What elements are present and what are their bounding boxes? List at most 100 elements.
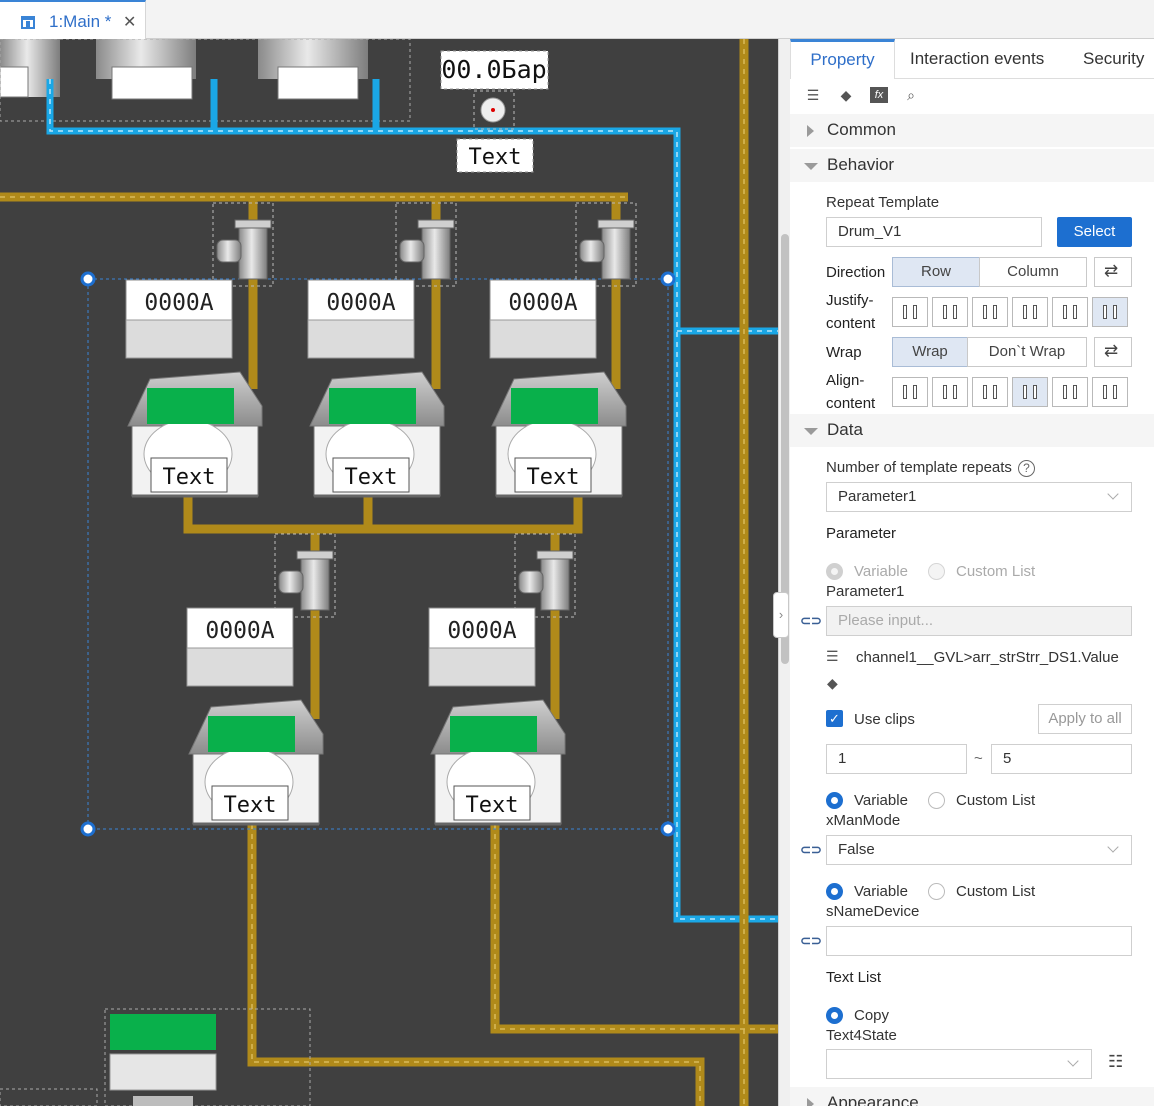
section-behavior[interactable]: Behavior [790,149,1154,182]
chevron-down-icon [1107,488,1119,500]
align-option-4[interactable] [1012,377,1048,407]
text-list-heading: Text List [826,969,882,986]
swap-icon: ⇄ [1104,261,1119,280]
align-option-2[interactable] [932,377,968,407]
section-common[interactable]: Common [790,114,1154,147]
hmi-scene[interactable]: 00.0Бар Text 0000A Text 0000A Text 0000A Text… [0,39,778,1106]
design-canvas[interactable]: 00.0Бар Text 0000A Text 0000A Text 0000A Text… [0,39,778,1106]
tab-security[interactable]: Security [1083,39,1144,79]
drum-caption: Text [527,465,580,490]
use-clips-checkbox[interactable]: ✓ [826,710,843,727]
reverse-wrap-button[interactable]: ⇄ [1094,337,1132,367]
tab-property[interactable]: Property [790,39,895,79]
fx-icon[interactable]: fx [870,87,888,103]
drum-value: 0000A [508,290,577,316]
justify-option-3[interactable] [972,297,1008,327]
name-custom-radio[interactable] [928,883,945,900]
align-option-1[interactable] [892,377,928,407]
text4state-select[interactable] [826,1049,1092,1079]
justify-label-2: content [826,315,876,332]
text4state-label: Text4State [826,1027,897,1044]
valve-icon[interactable] [274,533,336,618]
select-button[interactable]: Select [1057,217,1132,247]
section-label: Common [827,120,896,139]
param-input[interactable]: Please input... [826,606,1132,636]
screen-icon [21,16,35,29]
status-indicator [511,388,598,424]
section-appearance[interactable]: Appearance [790,1087,1154,1106]
repeat-template-label: Repeat Template [826,194,940,211]
mode-variable-label: Variable [854,792,908,809]
search-icon[interactable]: ⌕ [902,87,920,103]
param-variable-radio [826,563,843,580]
pressure-indicator[interactable]: 00.0Бар Text [440,50,549,173]
browse-list-icon[interactable]: ☷ [1108,1052,1123,1072]
drum-value: 0000A [326,290,395,316]
valve-icon[interactable] [395,202,457,287]
panel-splitter[interactable]: › [773,39,790,1106]
direction-column-button[interactable]: Column [979,257,1087,287]
name-variable-radio[interactable] [826,883,843,900]
param-custom-radio [928,563,945,580]
status-indicator [450,716,537,752]
direction-row-button[interactable]: Row [892,257,980,287]
repeats-label-text: Number of template repeats [826,459,1012,476]
repeats-select[interactable]: Parameter1 [826,482,1132,512]
name-custom-label: Custom List [956,883,1036,900]
align-option-5[interactable] [1052,377,1088,407]
section-data[interactable]: Data [790,414,1154,447]
link-icon[interactable]: ⊂⊃ [800,613,822,628]
top-equipment [0,39,411,122]
valve-icon[interactable] [575,202,637,287]
tag-icon[interactable]: ◆ [837,87,855,103]
drum-value: 0000A [144,290,213,316]
param-name: Parameter1 [826,583,905,600]
direction-label: Direction [826,264,886,281]
close-icon[interactable]: ✕ [123,12,136,32]
section-label: Behavior [827,155,895,174]
wrap-button[interactable]: Wrap [892,337,968,367]
swap-icon: ⇄ [1104,341,1119,360]
link-icon[interactable]: ⊂⊃ [800,842,822,857]
copy-radio[interactable] [826,1007,843,1024]
list-icon[interactable]: ☰ [804,87,822,103]
clip-from-input[interactable]: 1 [826,744,967,774]
copy-label: Copy [854,1007,890,1024]
justify-option-6[interactable] [1092,297,1128,327]
repeat-template-input[interactable]: Drum_V1 [826,217,1042,247]
caret-right-icon [807,125,814,137]
resize-handle [80,271,96,287]
list-icon: ☰ [826,648,839,664]
help-icon[interactable]: ? [1017,459,1035,477]
mode-select[interactable]: False [826,835,1132,865]
justify-option-5[interactable] [1052,297,1088,327]
justify-option-2[interactable] [932,297,968,327]
justify-option-4[interactable] [1012,297,1048,327]
justify-option-1[interactable] [892,297,928,327]
valve-icon[interactable] [514,533,576,618]
name-variable-label: Variable [854,883,908,900]
clip-separator: ~ [974,750,983,767]
align-option-6[interactable] [1092,377,1128,407]
caret-right-icon [807,1098,814,1106]
mode-variable-radio[interactable] [826,792,843,809]
document-tab-main[interactable]: 1:Main * ✕ [0,0,146,39]
caret-down-icon [804,428,818,435]
link-icon[interactable]: ⊂⊃ [800,933,822,948]
align-option-3[interactable] [972,377,1008,407]
name-device-input[interactable] [826,926,1132,956]
drum-caption: Text [466,793,519,818]
param-custom-label: Custom List [956,563,1036,580]
tab-interaction-events[interactable]: Interaction events [910,39,1044,79]
reverse-direction-button[interactable]: ⇄ [1094,257,1132,287]
dont-wrap-button[interactable]: Don`t Wrap [967,337,1087,367]
section-label: Appearance [827,1093,919,1106]
clip-to-input[interactable]: 5 [991,744,1132,774]
collapse-panel-button[interactable]: › [773,592,789,638]
apply-to-all-button[interactable]: Apply to all [1038,704,1132,734]
drum-instances[interactable]: 0000A Text 0000A Text 0000A Text 0000A Text 0000… [125,202,637,826]
status-indicator [208,716,295,752]
valve-icon[interactable] [212,202,274,287]
mode-custom-radio[interactable] [928,792,945,809]
binding-path: channel1__GVL>arr_strStrr_DS1.Value [856,649,1119,666]
